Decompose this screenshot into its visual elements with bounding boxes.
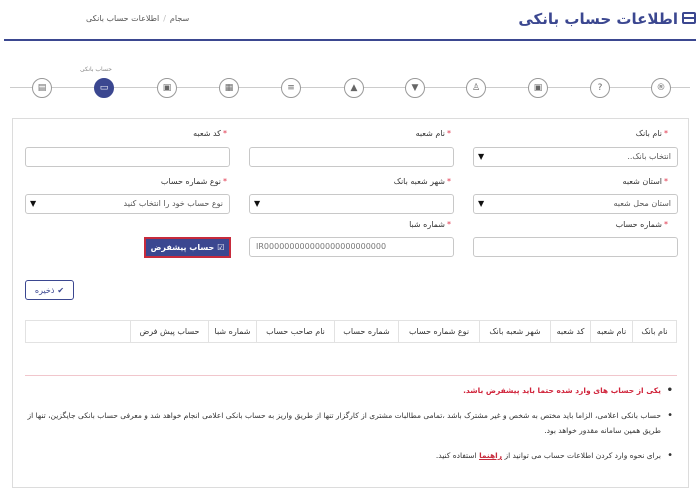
branch-province-label: *استان شعبه xyxy=(622,177,668,186)
branch-name-label: *نام شعبه xyxy=(415,129,451,138)
notes-divider xyxy=(25,375,677,376)
default-account-button[interactable]: ☑ حساب پیشفرض xyxy=(144,237,231,258)
page-header: اطلاعات حساب بانکی سجام/اطلاعات حساب بان… xyxy=(0,0,700,41)
id-card-icon[interactable]: ≡ xyxy=(281,78,301,98)
bank-card-icon xyxy=(682,12,696,24)
table-header-cell: نام شعبه xyxy=(590,321,632,342)
account-type-label: *نوع شماره حساب xyxy=(160,177,227,186)
table-header-cell: شماره حساب xyxy=(334,321,398,342)
briefcase-icon[interactable]: ▦ xyxy=(219,78,239,98)
branch-code-input[interactable] xyxy=(25,147,230,167)
breadcrumb: سجام/اطلاعات حساب بانکی xyxy=(86,14,190,23)
table-header-cell: شماره شبا xyxy=(208,321,256,342)
branch-name-input[interactable] xyxy=(249,147,454,167)
stepper-active-label: حساب بانکی xyxy=(80,66,112,73)
page-title: اطلاعات حساب بانکی xyxy=(518,10,678,28)
note-guide: برای نحوه وارد کردن اطلاعات حساب می توان… xyxy=(25,448,677,463)
bank-name-select[interactable]: انتخاب بانک.. xyxy=(473,147,678,167)
sheba-input[interactable]: IR000000000000000000000000 xyxy=(249,237,454,257)
breadcrumb-current: اطلاعات حساب بانکی xyxy=(86,14,160,23)
table-header-cell: حساب پیش فرض xyxy=(130,321,208,342)
question-icon[interactable]: ? xyxy=(590,78,610,98)
account-number-input[interactable] xyxy=(473,237,678,257)
table-header-cell: شهر شعبه بانک xyxy=(479,321,550,342)
table-header-cell: نام بانک xyxy=(632,321,676,342)
document-icon[interactable]: ▤ xyxy=(32,78,52,98)
account-number-label: *شماره حساب xyxy=(615,220,668,229)
note-account-ownership: حساب بانکی اعلامی، الزاما باید مختص به ش… xyxy=(25,408,677,438)
bank-name-label: *نام بانک xyxy=(635,129,668,138)
money-icon[interactable]: ▣ xyxy=(157,78,177,98)
registered-icon[interactable]: ® xyxy=(651,78,671,98)
guide-link[interactable]: راهنما xyxy=(479,451,502,460)
table-header-cell: نوع شماره حساب xyxy=(398,321,479,342)
graduation-cap-icon[interactable]: ▲ xyxy=(344,78,364,98)
accounts-table-header: نام بانک نام شعبه کد شعبه شهر شعبه بانک … xyxy=(25,320,677,343)
note-default-required: یکی از حساب های وارد شده حتما باید پیشفر… xyxy=(25,383,677,398)
sheba-label: *شماره شبا xyxy=(409,220,451,229)
breadcrumb-home[interactable]: سجام xyxy=(170,14,189,23)
branch-province-select[interactable]: استان محل شعبه xyxy=(473,194,678,214)
bank-card-step-icon[interactable]: ▭ xyxy=(94,78,114,98)
table-header-empty xyxy=(26,321,130,342)
wizard-stepper: حساب بانکی ▤ ▭ ▣ ▦ ≡ ▲ ▼ ♙ ▣ ? ® xyxy=(0,60,700,110)
header-divider xyxy=(4,39,696,41)
account-type-select[interactable]: نوع حساب خود را انتخاب کنید xyxy=(25,194,230,214)
table-header-cell: کد شعبه xyxy=(550,321,590,342)
bookmark-icon[interactable]: ▼ xyxy=(405,78,425,98)
cash-icon[interactable]: ▣ xyxy=(528,78,548,98)
branch-city-select[interactable] xyxy=(249,194,454,214)
notes-list: یکی از حساب های وارد شده حتما باید پیشفر… xyxy=(25,383,677,473)
person-icon[interactable]: ♙ xyxy=(466,78,486,98)
bank-account-card: *نام بانک *نام شعبه *کد شعبه انتخاب بانک… xyxy=(12,118,689,488)
check-icon: ✔ xyxy=(57,285,65,295)
table-header-cell: نام صاحب حساب xyxy=(256,321,334,342)
checkbox-icon: ☑ xyxy=(217,243,225,252)
branch-city-label: *شهر شعبه بانک xyxy=(393,177,451,186)
save-button[interactable]: ✔ ذخیره xyxy=(25,280,74,300)
branch-code-label: *کد شعبه xyxy=(193,129,227,138)
